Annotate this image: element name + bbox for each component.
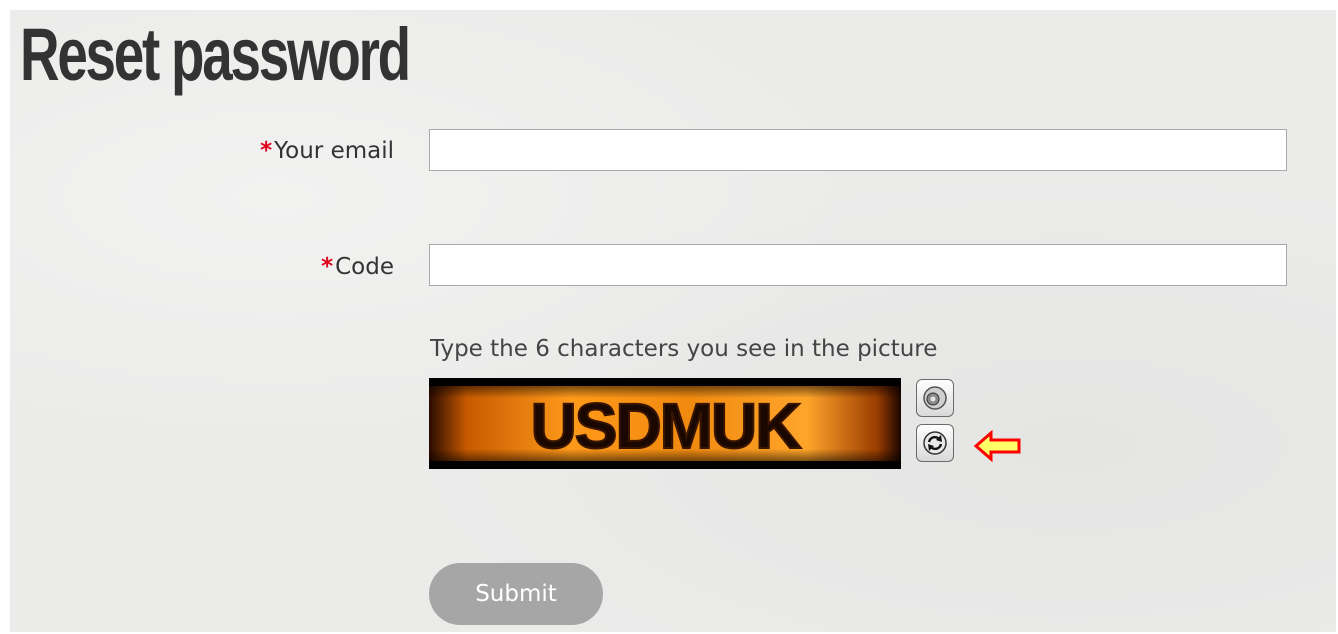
- captcha-text: USDMUK: [531, 390, 802, 462]
- required-marker: *: [321, 254, 334, 280]
- audio-captcha-button[interactable]: [916, 379, 954, 417]
- refresh-icon: [923, 431, 947, 455]
- captcha-image: USDMUK: [429, 378, 901, 469]
- page-title: Reset password: [20, 13, 411, 96]
- code-label-text: Code: [335, 254, 394, 280]
- email-label-text: Your email: [274, 138, 394, 164]
- code-label: *Code: [321, 253, 394, 281]
- captcha-instruction: Type the 6 characters you see in the pic…: [430, 336, 938, 362]
- speaker-icon: [923, 386, 947, 410]
- left-arrow-icon: [973, 430, 1021, 462]
- required-marker: *: [260, 138, 273, 164]
- email-input[interactable]: [429, 129, 1287, 171]
- email-label: *Your email: [260, 137, 394, 165]
- reset-password-page: Reset password *Your email *Code Type th…: [10, 10, 1336, 632]
- refresh-captcha-button[interactable]: [916, 424, 954, 462]
- submit-button[interactable]: Submit: [429, 563, 603, 625]
- code-input[interactable]: [429, 244, 1287, 286]
